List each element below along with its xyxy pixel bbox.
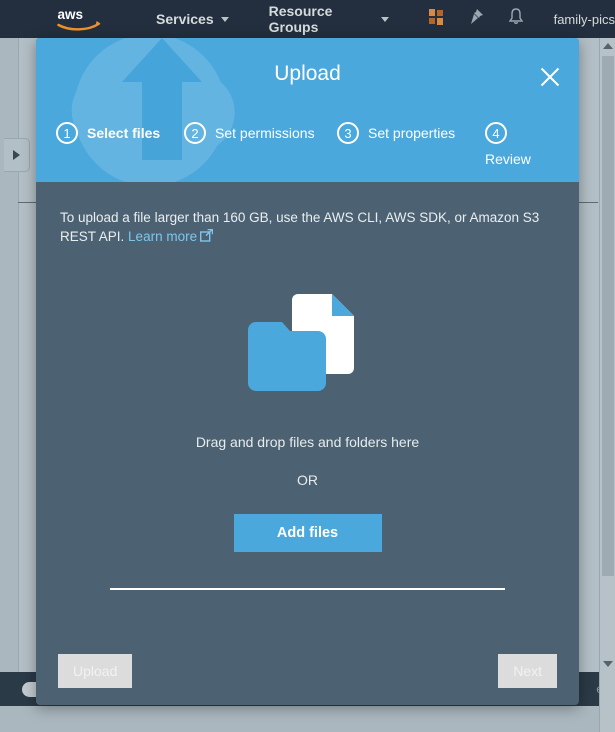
page-left-margin: [0, 38, 18, 678]
upload-button[interactable]: Upload: [58, 654, 133, 688]
next-button[interactable]: Next: [498, 654, 557, 688]
modal-header: Upload 1 Select files 2 Set permissions …: [36, 38, 579, 182]
file-dropzone[interactable]: Drag and drop files and folders here OR …: [60, 274, 555, 574]
modal-footer: Upload Next: [36, 649, 579, 705]
step-number: 1: [56, 122, 78, 144]
chevron-down-icon: [220, 16, 229, 22]
pin-icon[interactable]: [468, 8, 484, 30]
scroll-up-icon[interactable]: [600, 38, 615, 54]
step-number: 2: [184, 122, 206, 144]
bell-icon[interactable]: [508, 8, 524, 30]
step-label: Review: [485, 151, 531, 167]
screen: e © 2008 - 2020, Amazon Web Services, In…: [0, 0, 615, 732]
account-label[interactable]: family-pics: [554, 12, 615, 27]
scroll-down-icon[interactable]: [600, 656, 615, 672]
step-number: 4: [485, 122, 507, 144]
step-indicator: 1 Select files 2 Set permissions 3 Set p…: [56, 122, 576, 168]
step-set-permissions[interactable]: 2 Set permissions: [184, 122, 337, 144]
upload-modal: Upload 1 Select files 2 Set permissions …: [36, 38, 579, 705]
step-label: Set properties: [368, 125, 456, 141]
scrollbar-thumb[interactable]: [602, 56, 614, 576]
size-limit-note: To upload a file larger than 160 GB, use…: [60, 208, 555, 246]
expand-sidebar-arrow-button[interactable]: [4, 138, 30, 172]
file-and-folder-icon: [247, 294, 354, 391]
step-label: Set permissions: [215, 125, 315, 141]
dropzone-or: OR: [297, 472, 318, 488]
step-set-properties[interactable]: 3 Set properties: [337, 122, 477, 144]
nav-resource-groups-label: Resource Groups: [268, 3, 333, 35]
aws-logo-icon[interactable]: aws: [56, 6, 102, 32]
step-select-files[interactable]: 1 Select files: [56, 122, 184, 144]
console-icon[interactable]: [428, 8, 444, 30]
footer-divider: [110, 588, 505, 590]
nav-icon-group: [428, 8, 524, 30]
aws-top-navigation: aws Services Resource Groups family-pics: [0, 0, 615, 38]
learn-more-link[interactable]: Learn more: [128, 229, 197, 244]
add-files-button[interactable]: Add files: [233, 514, 382, 552]
nav-resource-groups[interactable]: Resource Groups: [269, 3, 389, 35]
step-number: 3: [337, 122, 359, 144]
modal-title: Upload: [274, 62, 341, 85]
nav-services[interactable]: Services: [156, 11, 229, 27]
chevron-right-icon: [13, 150, 20, 160]
close-icon[interactable]: [537, 64, 563, 90]
dropzone-instruction: Drag and drop files and folders here: [195, 434, 420, 450]
svg-text:aws: aws: [58, 7, 84, 22]
step-label: Select files: [87, 125, 161, 141]
nav-services-label: Services: [156, 11, 214, 27]
step-review[interactable]: 4 Review: [477, 122, 567, 168]
external-link-icon[interactable]: [200, 228, 214, 242]
page-scrollbar[interactable]: [599, 38, 615, 732]
modal-body: To upload a file larger than 160 GB, use…: [36, 182, 579, 652]
chevron-down-icon: [380, 16, 389, 22]
